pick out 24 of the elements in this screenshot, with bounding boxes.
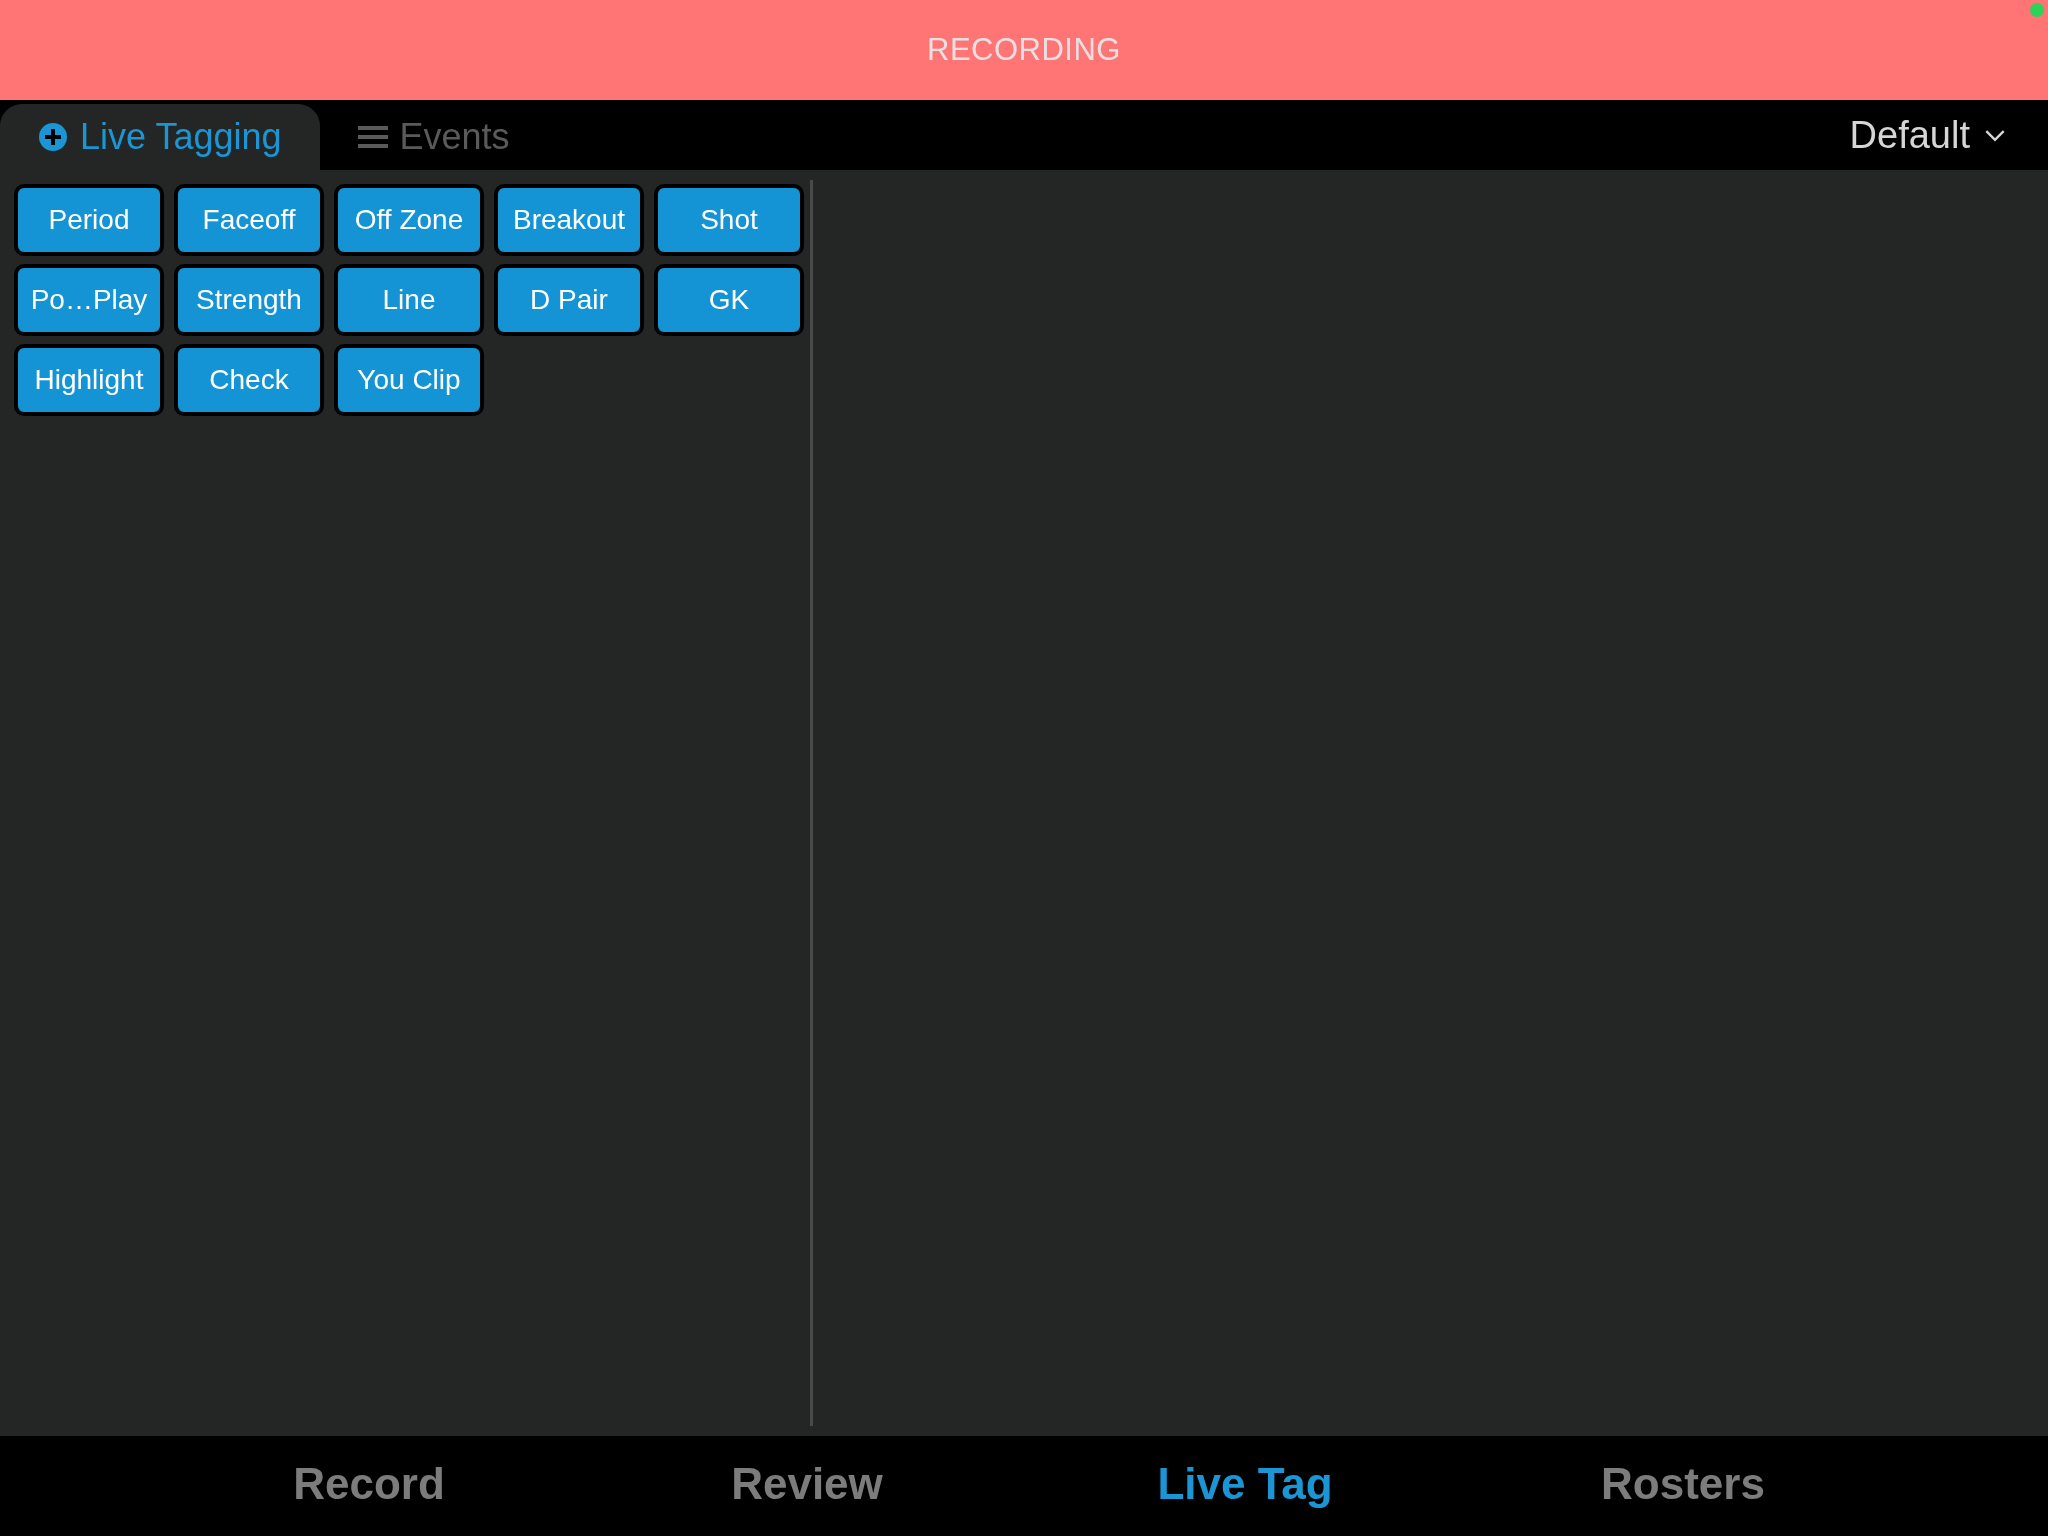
- nav-tab[interactable]: Review: [588, 1436, 1026, 1536]
- chevron-down-icon: [1984, 128, 2006, 142]
- tag-button[interactable]: Faceoff: [174, 184, 324, 256]
- tab[interactable]: Live Tagging: [0, 104, 320, 170]
- tag-button[interactable]: You Clip: [334, 344, 484, 416]
- plus-circle-icon: [38, 122, 68, 152]
- status-dot-icon: [2030, 3, 2044, 17]
- tag-button[interactable]: GK: [654, 264, 804, 336]
- nav-tab[interactable]: Rosters: [1464, 1436, 1902, 1536]
- tab[interactable]: Events: [319, 104, 548, 170]
- tag-button[interactable]: Highlight: [14, 344, 164, 416]
- tag-button[interactable]: Shot: [654, 184, 804, 256]
- tag-button[interactable]: Period: [14, 184, 164, 256]
- tag-button[interactable]: Check: [174, 344, 324, 416]
- tag-button[interactable]: Line: [334, 264, 484, 336]
- recording-title: RECORDING: [927, 32, 1121, 68]
- tag-button[interactable]: Strength: [174, 264, 324, 336]
- tag-button[interactable]: Breakout: [494, 184, 644, 256]
- tag-button[interactable]: Po…Play: [14, 264, 164, 336]
- nav-tab[interactable]: Live Tag: [1026, 1436, 1464, 1536]
- preset-dropdown[interactable]: Default: [1829, 100, 2048, 170]
- tag-button[interactable]: D Pair: [494, 264, 644, 336]
- nav-tab[interactable]: Record: [150, 1436, 588, 1536]
- tag-button[interactable]: Off Zone: [334, 184, 484, 256]
